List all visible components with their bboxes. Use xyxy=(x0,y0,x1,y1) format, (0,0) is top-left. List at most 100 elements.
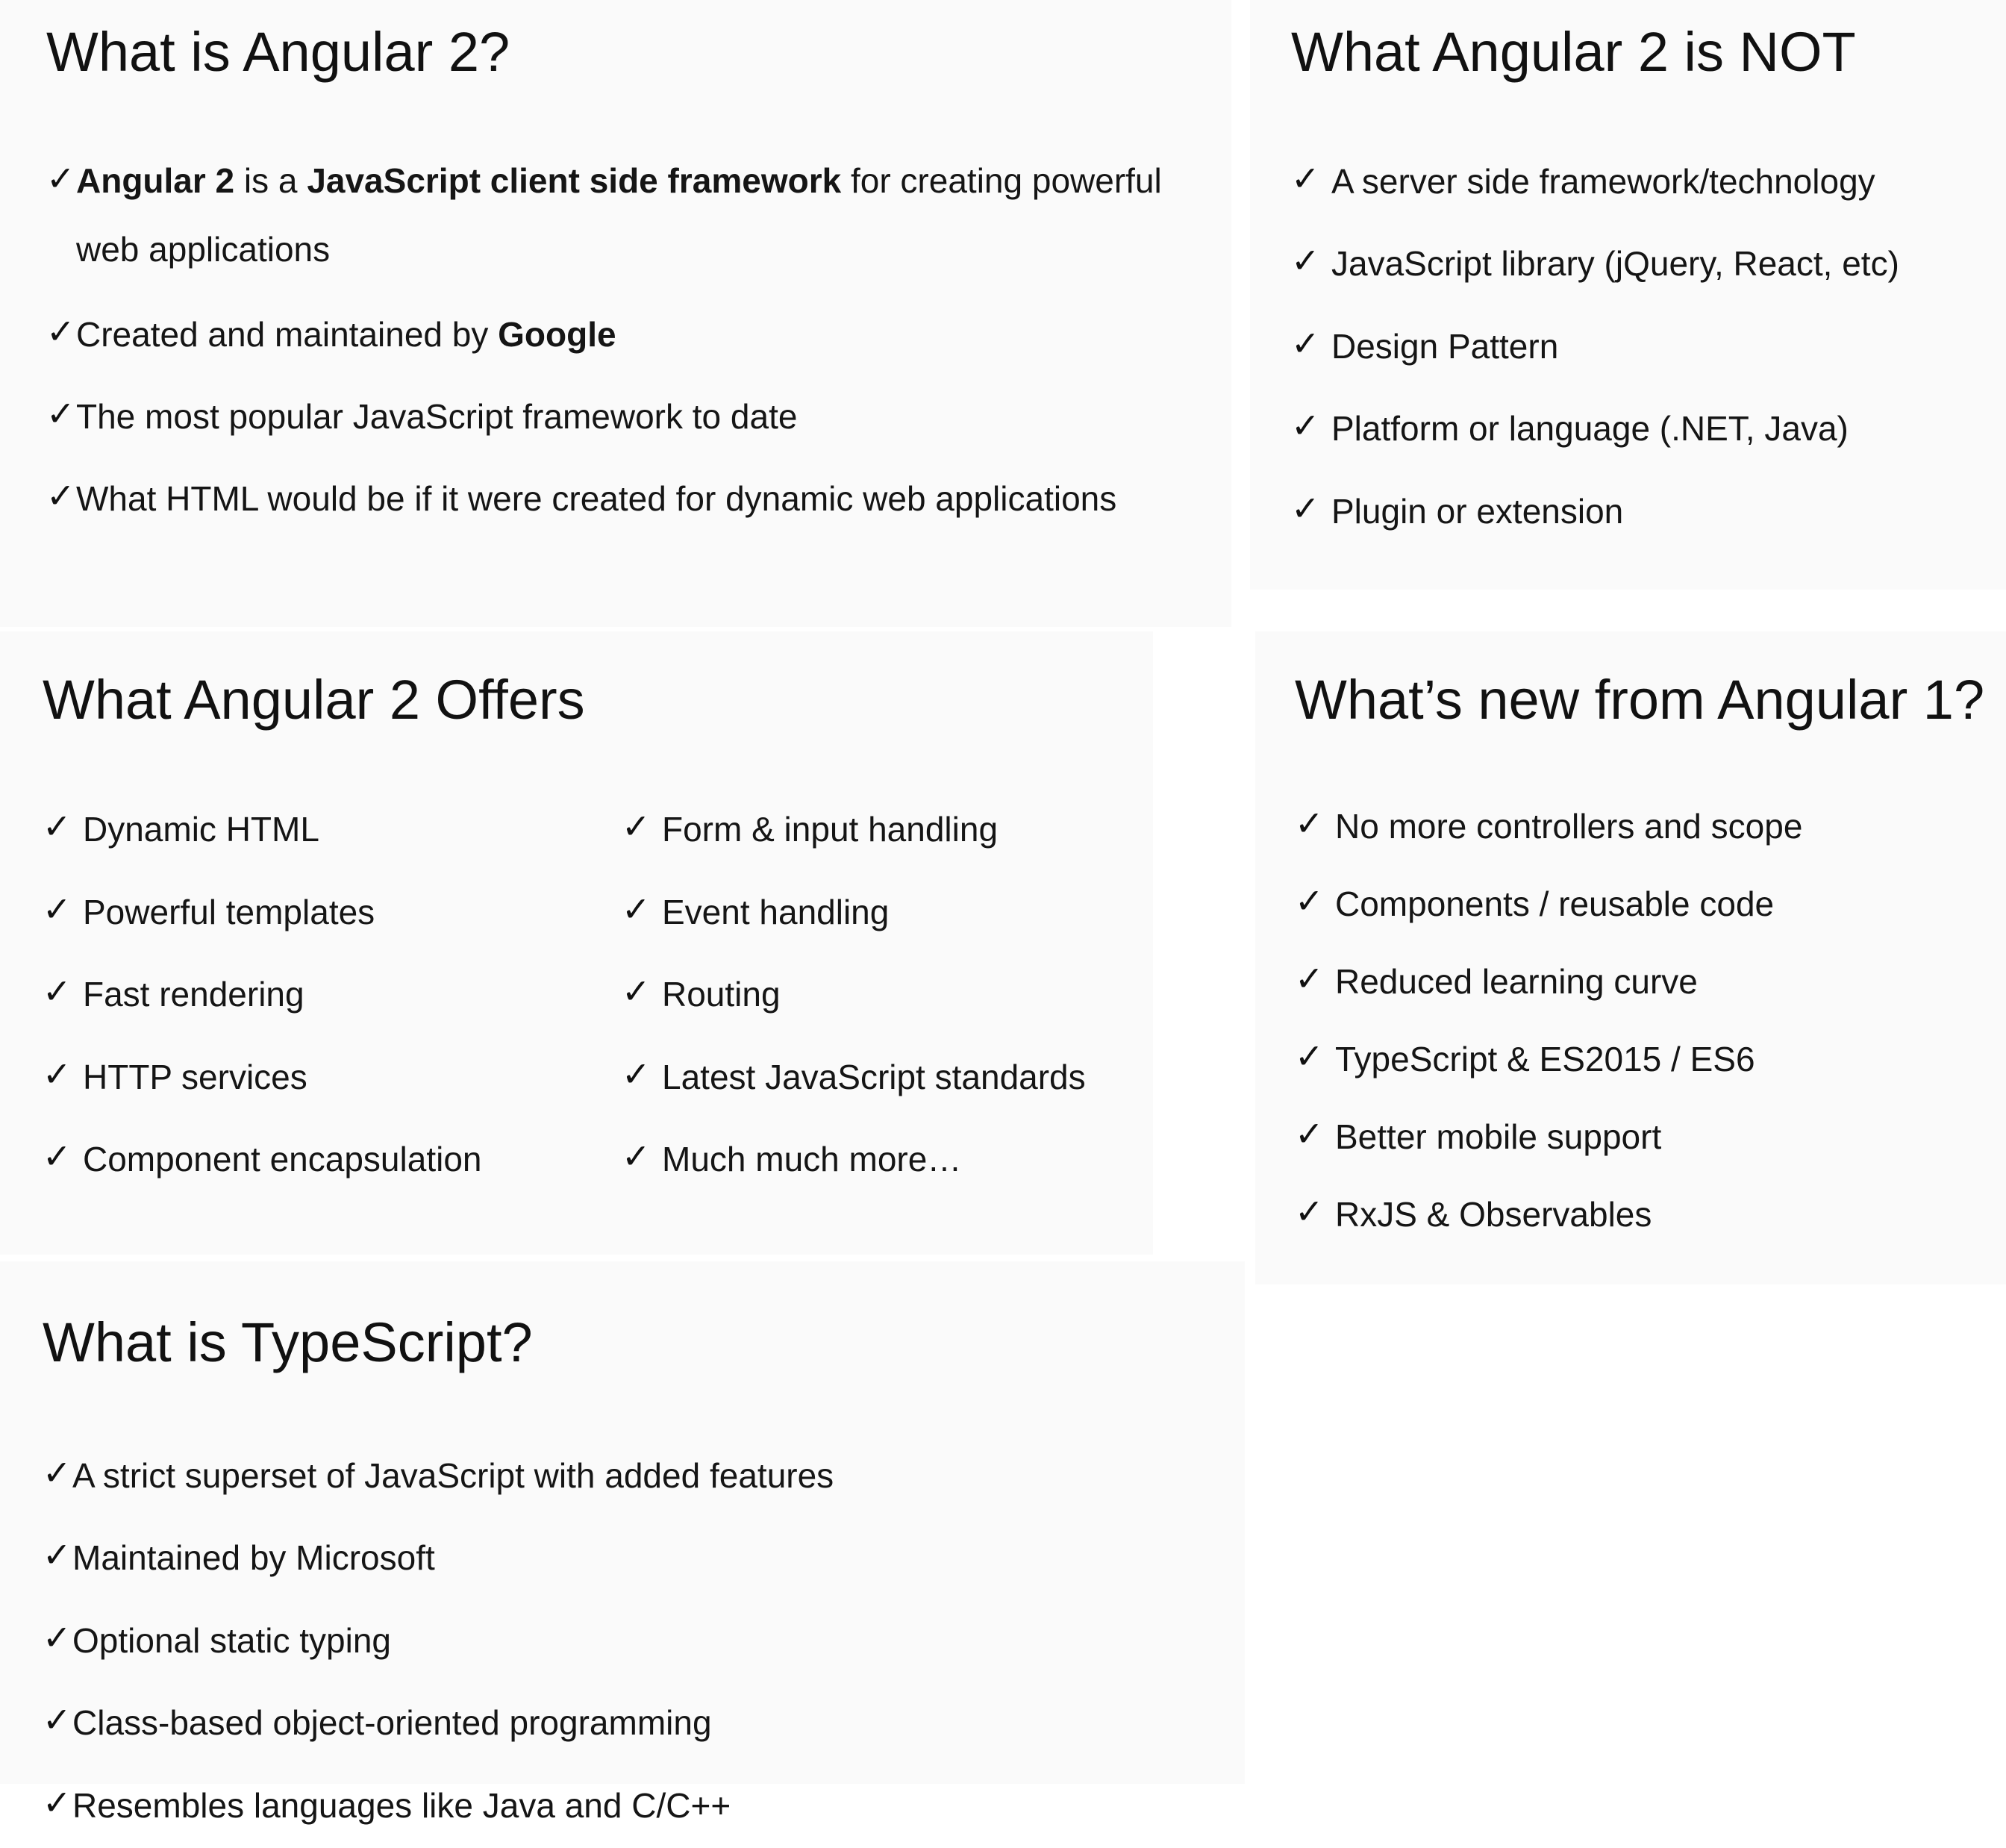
check-icon: ✓ xyxy=(43,1783,72,1822)
check-icon: ✓ xyxy=(622,890,651,928)
check-icon: ✓ xyxy=(1295,1114,1324,1153)
list-item: ✓ Fast rendering xyxy=(43,972,304,1014)
list-item: ✓ Reduced learning curve xyxy=(1295,959,1698,1001)
check-icon: ✓ xyxy=(1291,406,1320,445)
item-text: Components / reusable code xyxy=(1335,884,1775,923)
check-icon: ✓ xyxy=(1291,489,1320,528)
check-icon: ✓ xyxy=(622,807,651,846)
check-icon: ✓ xyxy=(43,1137,72,1176)
list-item: ✓ No more controllers and scope xyxy=(1295,804,1803,846)
item-text: The most popular JavaScript framework to… xyxy=(76,397,798,436)
list-item: ✓ Component encapsulation xyxy=(43,1137,482,1179)
panel-title: What’s new from Angular 1? xyxy=(1295,669,1985,731)
check-icon: ✓ xyxy=(43,807,72,846)
list-item: ✓ HTTP services xyxy=(43,1055,307,1096)
panel-title: What Angular 2 Offers xyxy=(43,669,585,731)
list-item: ✓ What HTML would be if it were created f… xyxy=(46,476,1117,518)
item-text: No more controllers and scope xyxy=(1335,807,1803,846)
check-icon: ✓ xyxy=(46,312,75,351)
item-text: What HTML would be if it were created fo… xyxy=(76,479,1117,518)
check-icon: ✓ xyxy=(622,1055,651,1093)
check-icon: ✓ xyxy=(43,1453,72,1492)
item-text: Much much more… xyxy=(662,1140,962,1179)
panel-title: What Angular 2 is NOT xyxy=(1291,21,1856,83)
check-icon: ✓ xyxy=(1295,1192,1324,1231)
list-item: ✓ Latest JavaScript standards xyxy=(622,1055,1086,1096)
item-text: Better mobile support xyxy=(1335,1117,1662,1156)
check-icon: ✓ xyxy=(46,394,75,433)
list-item: ✓ Platform or language (.NET, Java) xyxy=(1291,406,1849,448)
panel-whats-new: What’s new from Angular 1? ✓ No more cont… xyxy=(1255,631,2006,1284)
item-text: Event handling xyxy=(662,893,890,931)
item-text: Form & input handling xyxy=(662,810,999,849)
item-text: JavaScript library (jQuery, React, etc) xyxy=(1331,244,1899,283)
list-item: ✓ RxJS & Observables xyxy=(1295,1192,1652,1234)
list-item: ✓ Optional static typing xyxy=(43,1618,392,1660)
check-icon: ✓ xyxy=(1291,241,1320,280)
check-icon: ✓ xyxy=(43,1618,72,1657)
check-icon: ✓ xyxy=(1295,881,1324,920)
item-text: Routing xyxy=(662,975,781,1014)
check-icon: ✓ xyxy=(46,159,75,198)
list-item: ✓ Angular 2 is a JavaScript client side f… xyxy=(46,146,1196,284)
item-text: RxJS & Observables xyxy=(1335,1195,1652,1234)
list-item: ✓ Better mobile support xyxy=(1295,1114,1662,1156)
check-icon: ✓ xyxy=(622,972,651,1011)
item-text: Plugin or extension xyxy=(1331,492,1624,531)
list-item: ✓ TypeScript & ES2015 / ES6 xyxy=(1295,1037,1755,1078)
check-icon: ✓ xyxy=(43,972,72,1011)
check-icon: ✓ xyxy=(43,890,72,928)
item-text: Fast rendering xyxy=(83,975,304,1014)
list-item: ✓ Much much more… xyxy=(622,1137,962,1179)
list-item: ✓ A server side framework/technology xyxy=(1291,161,1875,201)
panel-what-is-typescript: What is TypeScript? ✓ A strict superset o… xyxy=(0,1261,1245,1823)
item-text: A strict superset of JavaScript with add… xyxy=(72,1456,834,1495)
check-icon: ✓ xyxy=(1291,324,1320,363)
panel-title: What is Angular 2? xyxy=(46,21,510,83)
item-text: Component encapsulation xyxy=(83,1140,482,1179)
check-icon: ✓ xyxy=(1295,1037,1324,1076)
list-item: ✓ Created and maintained by Google xyxy=(46,312,616,354)
check-icon: ✓ xyxy=(43,1055,72,1093)
panel-angular-offers: What Angular 2 Offers ✓ Dynamic HTML ✓ Pow… xyxy=(0,631,1153,1255)
list-item: ✓ Event handling xyxy=(622,890,890,931)
item-text: is a xyxy=(234,161,307,200)
list-item: ✓ Plugin or extension xyxy=(1291,489,1624,531)
item-text: A server side framework/technology xyxy=(1331,162,1875,201)
item-text: Dynamic HTML xyxy=(83,810,319,849)
list-item: ✓ Dynamic HTML xyxy=(43,807,319,849)
item-text: Created and maintained by xyxy=(76,315,499,354)
list-item: ✓ The most popular JavaScript framework t… xyxy=(46,394,798,436)
item-text: Reduced learning curve xyxy=(1335,962,1698,1001)
panel-title: What is TypeScript? xyxy=(43,1311,533,1373)
item-bold-text: Google xyxy=(498,315,616,354)
item-bold-text: JavaScript client side framework xyxy=(307,161,842,200)
check-icon: ✓ xyxy=(622,1137,651,1176)
list-item: ✓ Routing xyxy=(622,972,781,1014)
list-item: ✓ Resembles languages like Java and C/C++ xyxy=(43,1783,731,1825)
list-item: ✓ Design Pattern xyxy=(1291,324,1558,363)
check-icon: ✓ xyxy=(43,1700,72,1739)
list-item: ✓ JavaScript library (jQuery, React, etc) xyxy=(1291,241,1899,283)
item-text: Maintained by Microsoft xyxy=(72,1538,435,1577)
panel-what-is-angular: What is Angular 2? ✓ Angular 2 is a JavaS… xyxy=(0,0,1231,627)
panel-angular-is-not: What Angular 2 is NOT ✓ A server side fra… xyxy=(1250,0,2006,590)
item-text: Class-based object-oriented programming xyxy=(72,1703,712,1742)
item-text: Powerful templates xyxy=(83,893,375,931)
list-item: ✓ Components / reusable code xyxy=(1295,881,1775,923)
item-text: Optional static typing xyxy=(72,1621,392,1660)
list-item: ✓ Powerful templates xyxy=(43,890,375,931)
list-item: ✓ A strict superset of JavaScript with ad… xyxy=(43,1453,834,1495)
item-text: HTTP services xyxy=(83,1058,307,1096)
check-icon: ✓ xyxy=(1295,804,1324,843)
item-text: TypeScript & ES2015 / ES6 xyxy=(1335,1040,1755,1078)
item-text: Platform or language (.NET, Java) xyxy=(1331,409,1849,448)
list-item: ✓ Maintained by Microsoft xyxy=(43,1535,435,1577)
check-icon: ✓ xyxy=(43,1535,72,1574)
check-icon: ✓ xyxy=(1295,959,1324,998)
item-text: Latest JavaScript standards xyxy=(662,1058,1086,1096)
list-item: ✓ Class-based object-oriented programming xyxy=(43,1700,712,1742)
check-icon: ✓ xyxy=(46,476,75,515)
item-text: Resembles languages like Java and C/C++ xyxy=(72,1786,731,1825)
item-bold-text: Angular 2 xyxy=(76,161,235,200)
